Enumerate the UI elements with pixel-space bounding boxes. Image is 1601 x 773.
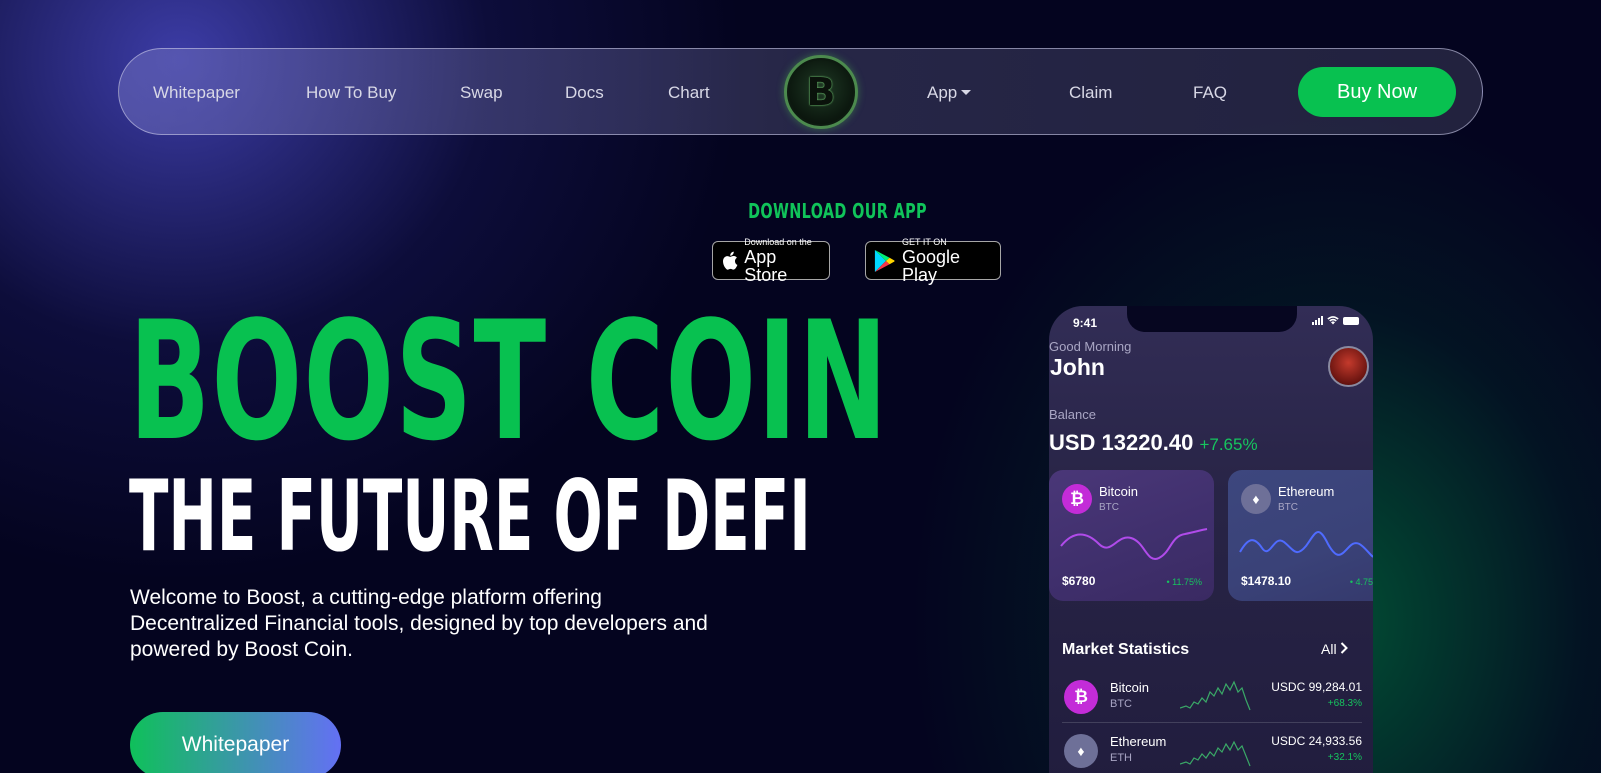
download-heading: DOWNLOAD OUR APP [748, 199, 927, 223]
app-store-big-text: App Store [744, 246, 788, 285]
coin-card-ethereum[interactable]: ♦ Ethereum BTC $1478.10 • 4.75% [1228, 470, 1373, 601]
phone-notch [1127, 306, 1297, 332]
market-row-change: +32.1% [1327, 752, 1362, 763]
phone-mockup: 9:41 Good Morning John Balance USD 13220… [1049, 306, 1373, 773]
coin-card-change: • 4.75% [1349, 577, 1373, 587]
coin-card-price: $6780 [1062, 574, 1096, 588]
market-row-name: Ethereum [1110, 734, 1167, 749]
bitcoin-icon: ₿ [1064, 680, 1098, 714]
ethereum-icon: ♦ [1241, 484, 1271, 514]
hero-subtitle: THE FUTURE OF DEFI [129, 460, 811, 574]
coin-card-symbol: BTC [1278, 502, 1298, 513]
nav-link-chart[interactable]: Chart [668, 49, 710, 136]
wifi-icon [1327, 316, 1339, 325]
market-row-value: USDC 99,284.01 [1271, 680, 1362, 694]
ethereum-sparkline [1239, 531, 1373, 558]
balance-amount: USD 13220.40 [1049, 430, 1194, 455]
google-big-text: Google Play [902, 246, 961, 285]
market-row-value: USDC 24,933.56 [1271, 734, 1362, 748]
market-row-name: Bitcoin [1110, 680, 1150, 695]
nav-link-whitepaper[interactable]: Whitepaper [153, 49, 240, 136]
nav-app-label: App [927, 83, 958, 102]
app-store-small-text: Download on the [744, 236, 812, 247]
battery-icon [1343, 316, 1359, 325]
balance-change: +7.65% [1199, 435, 1258, 454]
ethereum-market-sparkline [1180, 740, 1251, 767]
coin-card-symbol: BTC [1099, 502, 1119, 513]
market-statistics-title: Market Statistics [1062, 641, 1190, 658]
balance-value: USD 13220.40 +7.65% [1049, 430, 1258, 456]
market-row-symbol: BTC [1110, 698, 1132, 710]
avatar[interactable] [1328, 346, 1369, 387]
balance-label: Balance [1049, 407, 1096, 422]
chevron-right-icon [1341, 642, 1349, 654]
bitcoin-market-sparkline [1180, 680, 1251, 711]
bitcoin-icon: ₿ [1062, 484, 1092, 514]
phone-time: 9:41 [1073, 316, 1098, 330]
market-divider [1062, 722, 1362, 723]
nav-dropdown-app[interactable]: App [927, 49, 972, 136]
market-row-symbol: ETH [1110, 752, 1132, 764]
bitcoin-sparkline [1060, 528, 1208, 560]
buy-now-button[interactable]: Buy Now [1298, 67, 1456, 117]
market-row-change: +68.3% [1327, 698, 1362, 709]
app-store-badge[interactable]: Download on the App Store [712, 236, 830, 284]
ethereum-icon: ♦ [1064, 734, 1098, 768]
user-name: John [1050, 354, 1105, 380]
hero-description: Welcome to Boost, a cutting-edge platfor… [130, 586, 708, 661]
google-play-icon [874, 249, 895, 272]
nav-link-docs[interactable]: Docs [565, 49, 604, 136]
logo-letter: B [806, 70, 836, 114]
nav-link-how-to-buy[interactable]: How To Buy [306, 49, 396, 136]
top-navigation: Whitepaper How To Buy Swap Docs Chart B … [118, 48, 1483, 135]
hero-title: BOOST COIN [129, 286, 889, 477]
greeting-text: Good Morning [1049, 339, 1132, 354]
market-all-link[interactable]: All [1321, 641, 1349, 657]
signal-icon [1312, 316, 1323, 325]
nav-link-swap[interactable]: Swap [460, 49, 503, 136]
phone-status-icons [1312, 316, 1359, 325]
market-row-ethereum[interactable]: ♦ Ethereum ETH USDC 24,933.56 +32.1% [1062, 728, 1362, 773]
google-small-text: GET IT ON [902, 236, 947, 247]
market-row-bitcoin[interactable]: ₿ Bitcoin BTC USDC 99,284.01 +68.3% [1062, 674, 1362, 722]
nav-link-faq[interactable]: FAQ [1193, 49, 1227, 136]
boost-logo[interactable]: B [784, 55, 858, 129]
whitepaper-cta-button[interactable]: Whitepaper [130, 712, 341, 773]
coin-card-name: Bitcoin [1099, 484, 1139, 499]
apple-icon [723, 251, 738, 270]
coin-card-price: $1478.10 [1241, 574, 1292, 588]
caret-down-icon [961, 90, 972, 95]
market-all-label: All [1321, 641, 1337, 657]
google-play-badge[interactable]: GET IT ON Google Play [865, 236, 1001, 284]
coin-card-name: Ethereum [1278, 484, 1335, 499]
coin-card-bitcoin[interactable]: ₿ Bitcoin BTC $6780 • 11.75% [1049, 470, 1214, 601]
coin-card-change: • 11.75% [1166, 577, 1202, 587]
nav-link-claim[interactable]: Claim [1069, 49, 1112, 136]
